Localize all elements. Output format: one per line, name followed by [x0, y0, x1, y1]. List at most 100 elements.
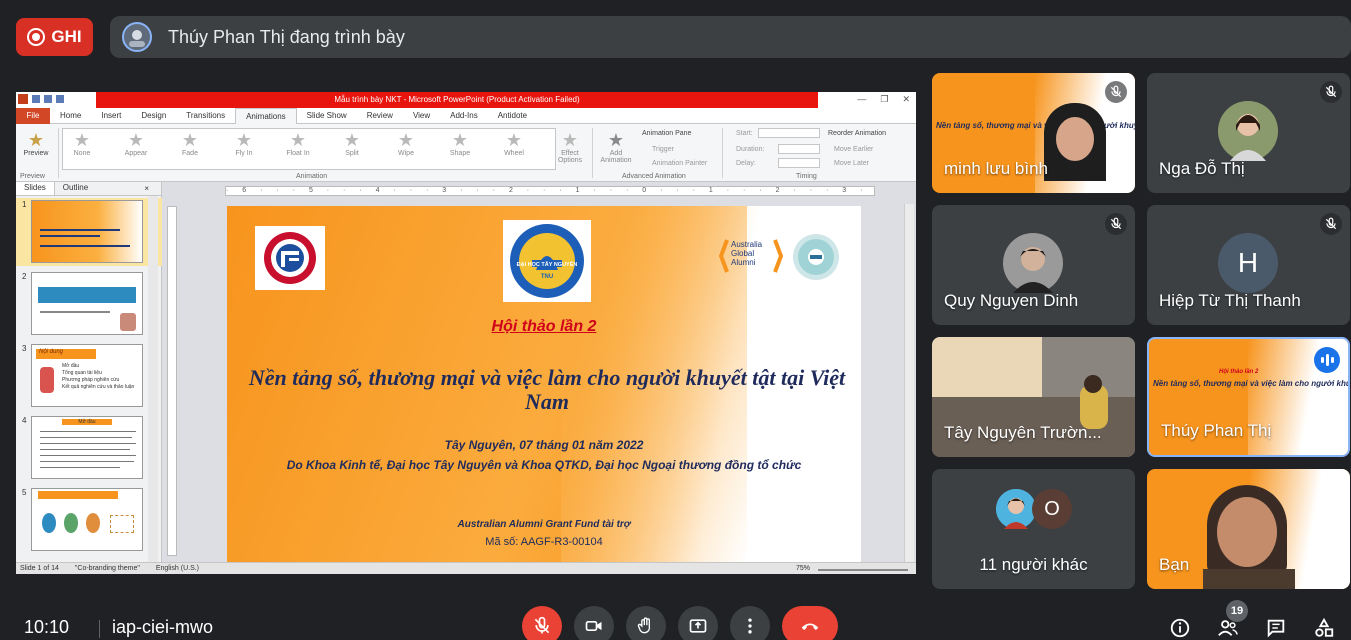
speaking-indicator-icon: [1314, 347, 1340, 373]
tab-view[interactable]: View: [403, 111, 440, 120]
record-icon: [27, 28, 46, 46]
group-timing-label: Timing: [796, 173, 817, 180]
camera-toggle-button[interactable]: [574, 606, 614, 640]
raise-hand-button[interactable]: [626, 606, 666, 640]
tab-design[interactable]: Design: [131, 111, 176, 120]
others-tile[interactable]: O 11 người khác: [932, 469, 1135, 589]
end-call-button[interactable]: [782, 606, 838, 640]
powerpoint-titlebar: Mẫu trình bày NKT - Microsoft PowerPoint…: [16, 92, 916, 108]
participant-tile[interactable]: H Hiệp Từ Thị Thanh: [1147, 205, 1350, 325]
avatar: [1003, 233, 1063, 293]
tab-slides[interactable]: Slides: [16, 182, 55, 195]
effect-fly-in[interactable]: ★ Fly In: [224, 130, 264, 157]
window-controls[interactable]: — ❐ ✕: [857, 94, 910, 105]
mic-off-icon: [1105, 81, 1127, 103]
zoom-slider[interactable]: [818, 569, 908, 571]
avatar-initial: H: [1218, 233, 1278, 293]
animations-ribbon: ★ Preview ★ None ★ Appear ★ Fade ★ Fly In ★ F…: [16, 124, 916, 182]
slide-scrollbar[interactable]: [904, 204, 914, 562]
participant-tile[interactable]: Nga Đỗ Thị: [1147, 73, 1350, 193]
slide-thumbnail-5[interactable]: 5: [16, 486, 162, 554]
animation-painter-button[interactable]: Animation Painter: [652, 160, 707, 167]
participant-name: Hiệp Từ Thị Thanh: [1159, 291, 1301, 310]
window-title: Mẫu trình bày NKT - Microsoft PowerPoint…: [96, 92, 818, 108]
participants-count-badge: 19: [1226, 600, 1248, 622]
slide-thumbnail-3[interactable]: 3 Nội dung Mở đầu Tổng quan tài liệu Phươn…: [16, 342, 162, 410]
group-animation-label: Animation: [296, 173, 328, 180]
language: English (U.S.): [155, 565, 200, 572]
effect-options-button[interactable]: ★ Effect Options: [550, 130, 590, 164]
effect-split[interactable]: ★ Split: [332, 130, 372, 157]
participant-tile[interactable]: Nền tảng số, thương mại và việc làm cho …: [932, 73, 1135, 193]
participant-tile-active-speaker[interactable]: Hội thảo lần 2 Nền tảng số, thương mại v…: [1147, 337, 1350, 457]
tab-home[interactable]: Home: [50, 111, 91, 120]
others-count: 11 người khác: [979, 555, 1088, 574]
participant-name: minh lưu bình: [944, 159, 1048, 178]
svg-text:TNU: TNU: [541, 274, 553, 280]
mic-off-icon: [1105, 213, 1127, 235]
animation-pane-button[interactable]: Animation Pane: [642, 130, 691, 137]
presenting-banner: Thúy Phan Thị đang trình bày: [110, 16, 1351, 58]
slide-thumbnail-1[interactable]: 1: [16, 198, 162, 266]
tab-transitions[interactable]: Transitions: [176, 111, 235, 120]
tab-insert[interactable]: Insert: [91, 111, 131, 120]
more-options-button[interactable]: [730, 606, 770, 640]
tab-add-ins[interactable]: Add-Ins: [440, 111, 488, 120]
duration-label: Duration:: [736, 146, 765, 153]
chat-icon: [1267, 619, 1285, 638]
group-advanced-label: Advanced Animation: [622, 173, 686, 180]
slide-title: Nền tảng số, thương mại và việc làm cho …: [248, 365, 846, 414]
presenter-avatar: [122, 22, 152, 52]
hang-up-icon: [801, 623, 819, 631]
slide-thumbnail-4[interactable]: 4 Mở đầu: [16, 414, 162, 482]
preview-button[interactable]: ★ Preview: [16, 130, 56, 157]
powerpoint-body: Slides Outline × 1 2 3 Nội dung Mở đầu Tổ…: [16, 182, 916, 562]
self-tile[interactable]: Bạn: [1147, 469, 1350, 589]
slide-count: Slide 1 of 14: [20, 565, 59, 572]
group-preview-label: Preview: [20, 173, 45, 180]
participant-name: Quy Nguyen Dinh: [944, 291, 1079, 310]
effect-none[interactable]: ★ None: [62, 130, 102, 157]
effect-appear[interactable]: ★ Appear: [116, 130, 156, 157]
theme-name: "Co-branding theme": [74, 565, 140, 572]
effect-fade[interactable]: ★ Fade: [170, 130, 210, 157]
zoom-level[interactable]: 75%: [796, 565, 810, 572]
effect-wheel[interactable]: ★ Wheel: [494, 130, 534, 157]
start-dropdown[interactable]: [758, 128, 820, 138]
activities-button[interactable]: [1312, 616, 1336, 640]
avatar: [1218, 101, 1278, 161]
tab-antidote[interactable]: Antidote: [488, 111, 537, 120]
slides-scrollbar[interactable]: [148, 196, 158, 562]
chat-button[interactable]: [1264, 616, 1288, 640]
present-icon: [689, 619, 707, 633]
mic-off-icon: [1320, 81, 1342, 103]
vertical-ruler: [167, 206, 177, 556]
duration-input[interactable]: [778, 144, 820, 154]
present-screen-button[interactable]: [678, 606, 718, 640]
trigger-button[interactable]: Trigger: [652, 146, 674, 153]
tab-file[interactable]: File: [16, 107, 50, 124]
participant-tile[interactable]: Tây Nguyên Trườn...: [932, 337, 1135, 457]
effect-float-in[interactable]: ★ Float In: [278, 130, 318, 157]
close-icon[interactable]: ×: [136, 183, 157, 194]
move-later-button[interactable]: Move Later: [834, 160, 869, 167]
quick-access-toolbar[interactable]: [18, 94, 64, 104]
camera-icon: [585, 621, 602, 631]
slide-thumbnail-2[interactable]: 2: [16, 270, 162, 338]
tab-animations[interactable]: Animations: [235, 107, 297, 124]
participant-tile[interactable]: Quy Nguyen Dinh: [932, 205, 1135, 325]
current-slide[interactable]: ĐẠI HỌC TÂY NGUYÊN TNU Australia Global …: [227, 206, 861, 562]
partner-logo: [793, 234, 839, 280]
add-animation-button[interactable]: ★ Add Animation: [596, 130, 636, 164]
meeting-info-button[interactable]: [1168, 616, 1192, 640]
tab-slide-show[interactable]: Slide Show: [297, 111, 357, 120]
tab-review[interactable]: Review: [357, 111, 403, 120]
delay-input[interactable]: [778, 158, 820, 168]
move-earlier-button[interactable]: Move Earlier: [834, 146, 873, 153]
record-button[interactable]: GHI: [16, 18, 93, 56]
tab-outline[interactable]: Outline: [55, 182, 96, 195]
mic-toggle-button[interactable]: [522, 606, 562, 640]
effect-shape[interactable]: ★ Shape: [440, 130, 480, 157]
effect-wipe[interactable]: ★ Wipe: [386, 130, 426, 157]
more-vert-icon: [748, 618, 752, 634]
